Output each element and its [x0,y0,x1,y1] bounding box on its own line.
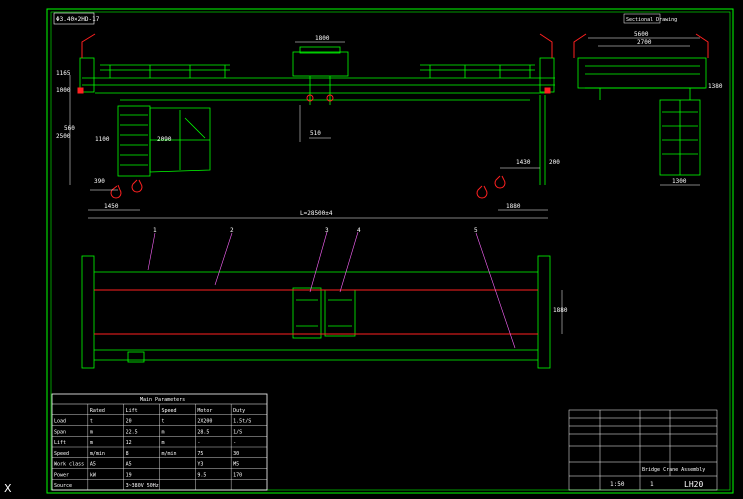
dim-200: 200 [549,159,560,166]
dim-side-2700: 2700 [637,39,652,46]
dim-1165: 1165 [56,70,71,77]
dim-2500: 2500 [56,133,71,140]
table-cell: 170 [233,472,242,478]
table-header-cell: Lift [126,408,138,414]
title-block-project: Bridge Crane Assembly [642,467,705,473]
table-cell: 20 [126,419,132,425]
table-cell: 1.5t/S [233,419,251,425]
table-cell: A5 [90,462,96,468]
callout-1: 1 [153,227,157,234]
table-cell: - [233,440,236,446]
table-cell: 8 [126,451,129,457]
side-view [577,57,707,176]
callout-2: 2 [230,227,234,234]
table-cell: m [162,440,165,446]
table-cell: Speed [54,451,69,457]
dim-1000: 1000 [56,87,71,94]
table-header-cell: Rated [90,408,105,414]
dimension-lines [69,41,548,219]
table-cell: m [90,429,93,435]
table-cell: 9.5 [197,472,206,478]
table-cell: Y3 [197,462,203,468]
dim-1430: 1430 [516,159,531,166]
table-cell: Source [54,483,72,489]
table-cell: A5 [126,462,132,468]
callout-4: 4 [357,227,361,234]
table-cell: Lift [54,440,66,446]
cad-drawing: Φ3.40×2HD-17 1800 1165 1000 2500 560 110… [46,8,734,494]
parameter-table-cells: Rated Lift Speed Motor Duty Load t 20 t 2X200 1.5t… [52,404,267,491]
dim-2090: 2090 [157,136,172,143]
table-header-cell: Duty [233,408,245,414]
callout-texts: 1 2 3 4 5 1880 [153,227,568,314]
table-cell: 19 [126,472,132,478]
title-block-drawing-no: LH20 [684,480,703,489]
dim-1450: 1450 [104,203,119,210]
outer-frame [46,8,734,494]
dim-390: 390 [94,178,105,185]
parameter-table: Main Parameters Rated Lift Speed Motor Duty L… [51,393,268,491]
red-accents [77,33,709,199]
table-header-cell: Motor [197,408,212,414]
title-block [568,409,718,491]
dim-span: L=28500±4 [300,210,333,217]
table-cell: t [162,419,165,425]
table-cell: M5 [233,462,239,468]
dim-1800-top: 1800 [315,35,330,42]
dim-side-5600: 5600 [634,31,649,38]
table-cell: 75 [197,451,203,457]
plan-view [81,255,551,369]
table-cell: Load [54,419,66,425]
side-view-title: Sectional Drawing [626,17,677,23]
table-header-cell: Speed [162,408,177,414]
dim-1880-right: 1880 [553,307,568,314]
param-table-title: Main Parameters [140,397,185,403]
title-block-sheet: 1 [650,481,654,488]
dimension-texts: 1800 1165 1000 2500 560 1100 2090 510 39… [56,35,560,217]
table-cell: - [197,440,200,446]
table-cell: m [90,440,93,446]
table-cell: Work class [54,462,84,468]
table-cell: m [162,429,165,435]
table-cell: 28.5 [197,429,209,435]
callout-5: 5 [474,227,478,234]
table-cell: t [90,419,93,425]
front-elevation [79,46,555,185]
callout-3: 3 [325,227,329,234]
table-cell: kW [90,472,97,478]
table-cell: Span [54,429,66,435]
table-cell: 30 [233,451,239,457]
dim-1880: 1880 [506,203,521,210]
dim-side-1300: 1300 [672,178,687,185]
table-cell: m/min [162,451,177,457]
corner-mark: X [4,482,12,495]
plan-view-red [94,289,538,335]
inner-frame [50,11,731,491]
dim-1100: 1100 [95,136,110,143]
table-cell: 2X200 [197,419,212,425]
table-cell: 12 [126,440,132,446]
table-cell: 22.5 [126,429,138,435]
top-tag: Φ3.40×2HD-17 [56,16,100,23]
dim-side-1380: 1380 [708,83,723,90]
table-cell: m/min [90,451,105,457]
table-cell: 1/S [233,429,242,435]
dim-510: 510 [310,130,321,137]
dim-560: 560 [64,125,75,132]
table-cell: 3~380V 50Hz [126,483,159,489]
title-block-scale: 1:50 [610,481,625,488]
table-cell: Power [54,472,69,478]
